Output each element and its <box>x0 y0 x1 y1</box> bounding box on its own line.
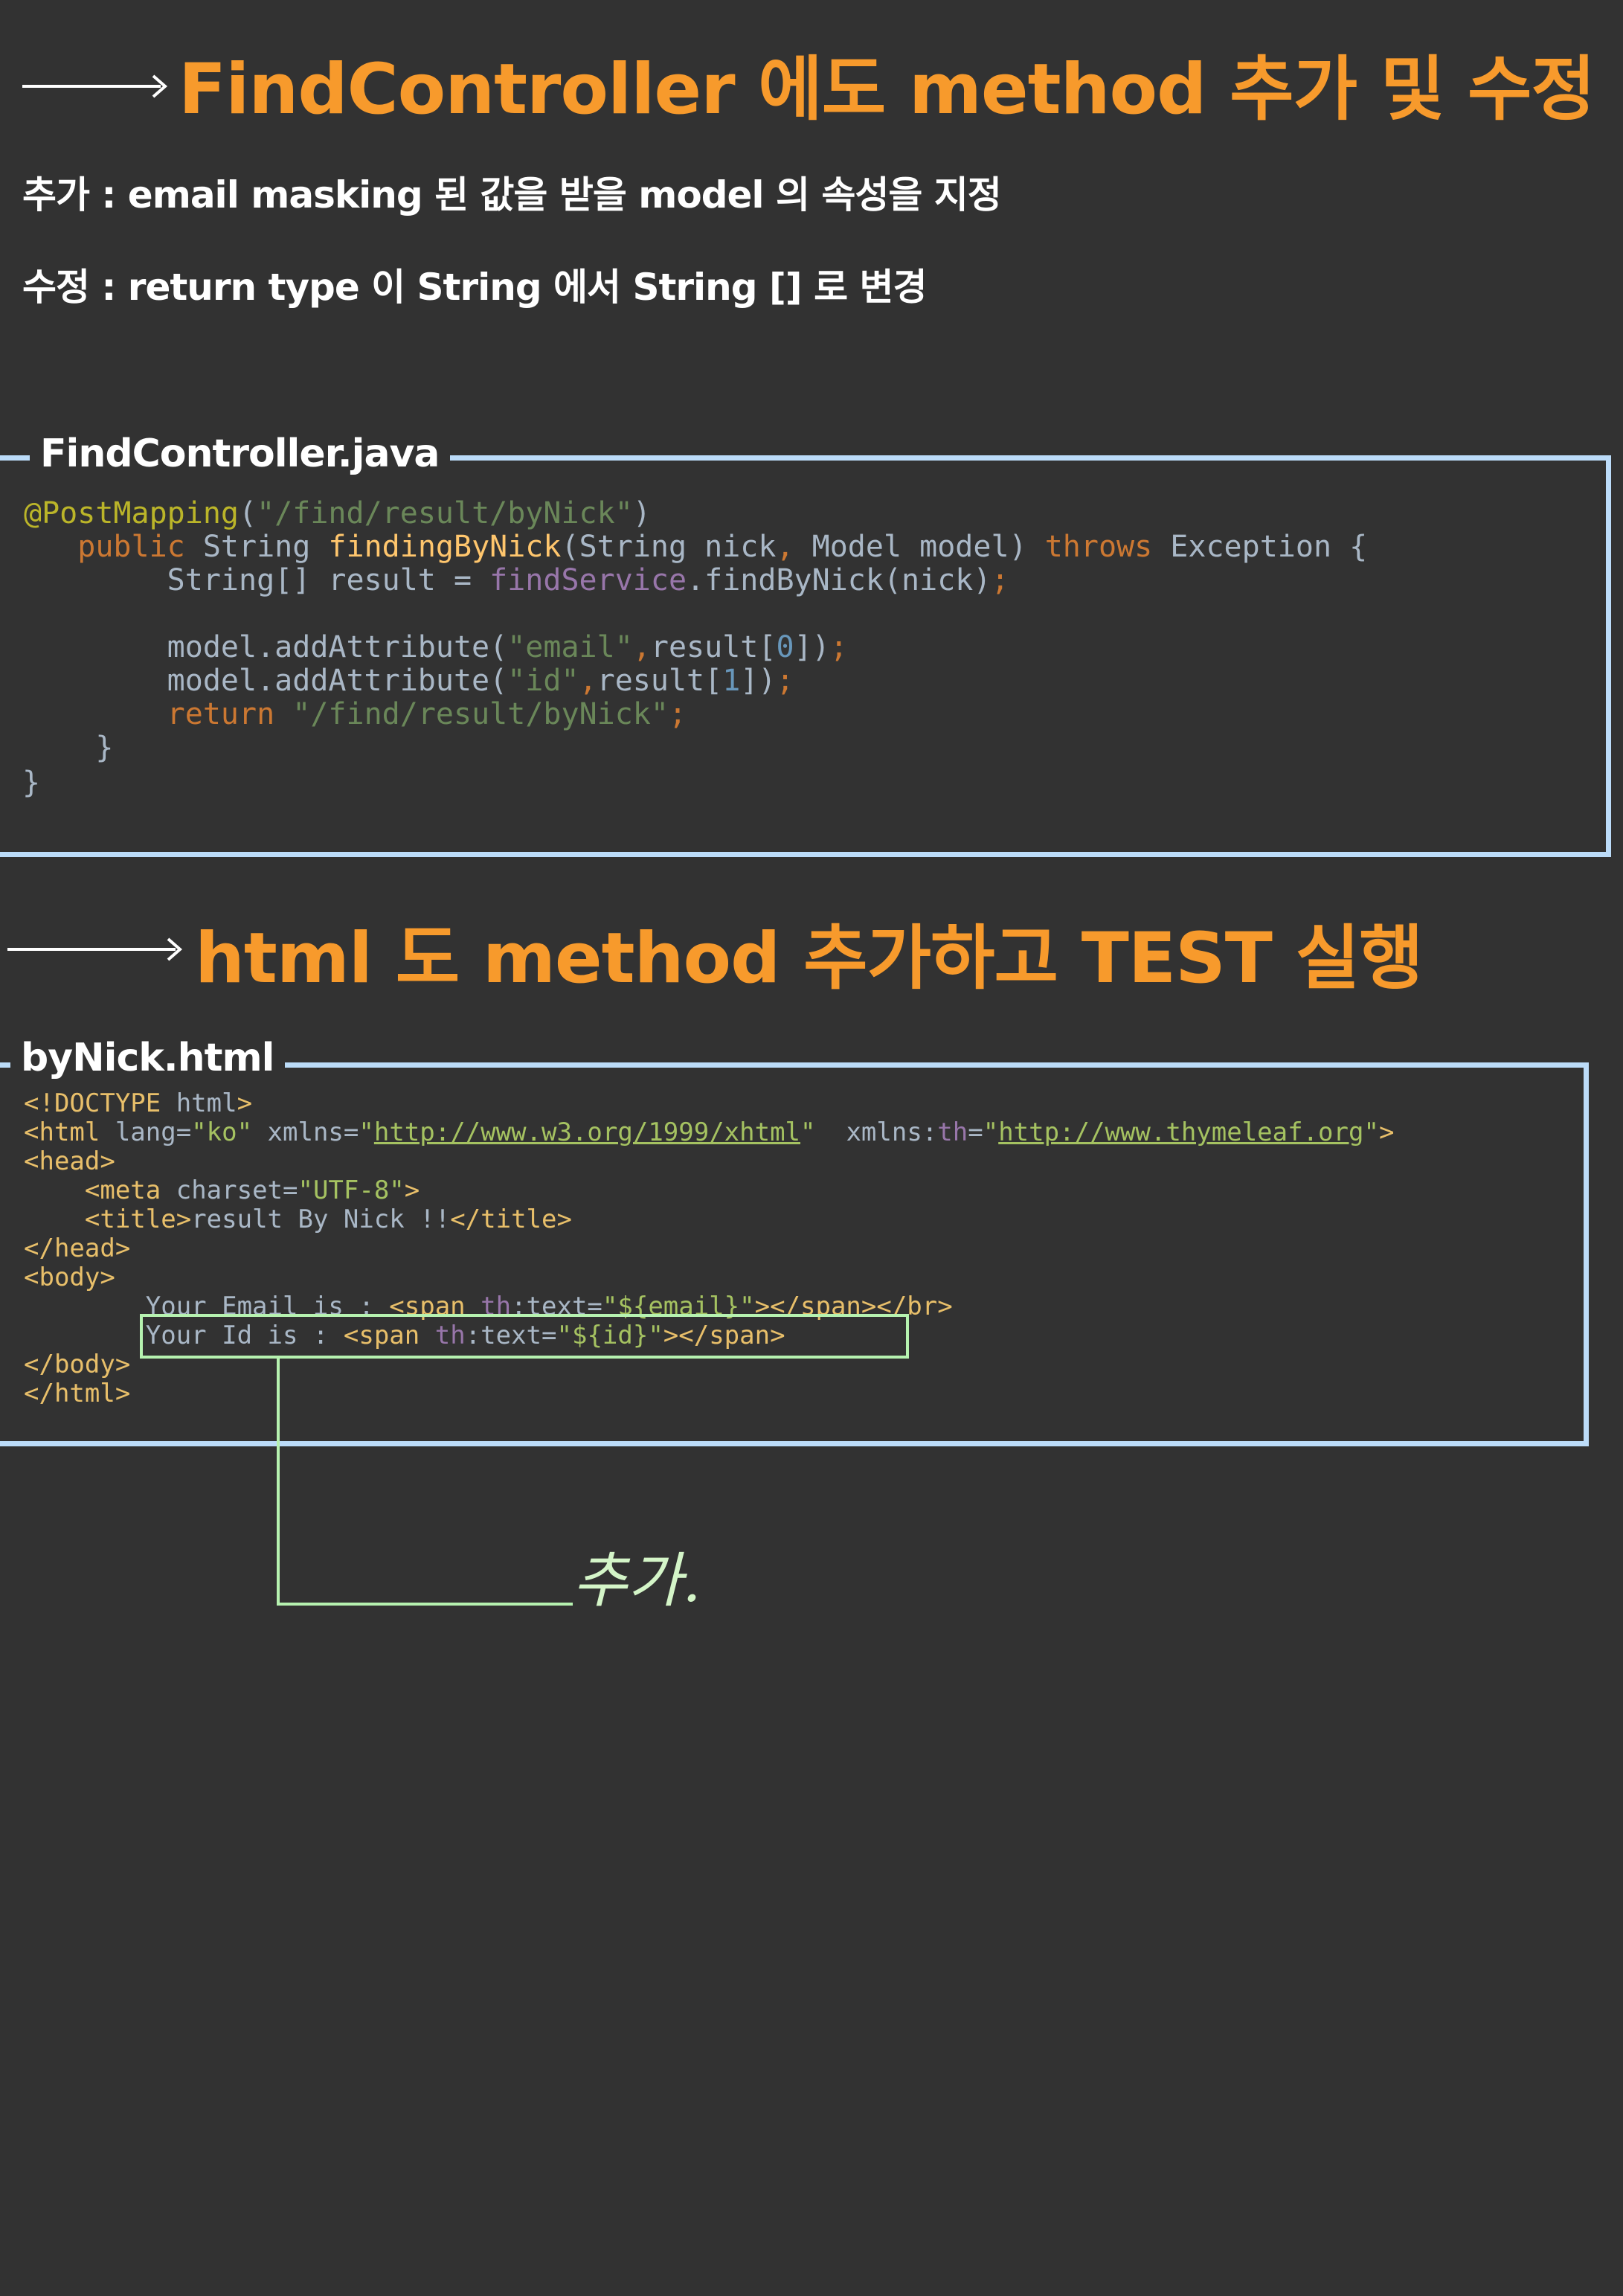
handwritten-note-added: 추가. <box>573 1546 701 1615</box>
code-block-java: @PostMapping("/find/result/byNick") publ… <box>24 497 1367 765</box>
connector-line <box>277 1359 573 1606</box>
note-modify: 수정 : return type 이 String 에서 String [] 로… <box>22 266 927 309</box>
code-line: <body> <box>24 1263 115 1292</box>
code-line: <head> <box>24 1147 115 1176</box>
code-line: String[] result = findService.findByNick… <box>24 563 1009 597</box>
code-line: @PostMapping("/find/result/byNick") <box>24 496 651 530</box>
note-add: 추가 : email masking 된 값을 받을 model 의 속성을 지… <box>22 173 1002 217</box>
code-line: return "/find/result/byNick"; <box>167 697 687 731</box>
xhtml-namespace-link[interactable]: http://www.w3.org/1999/xhtml <box>374 1117 800 1147</box>
code-line: } <box>24 731 114 765</box>
code-line: model.addAttribute("email",result[0]); <box>24 630 848 664</box>
code-line: <!DOCTYPE html> <box>24 1088 253 1118</box>
code-line: </html> <box>24 1379 131 1408</box>
file-label-html: byNick.html <box>10 1036 285 1080</box>
code-line: </head> <box>24 1234 131 1263</box>
highlight-box-added-line <box>140 1314 909 1359</box>
code-line: public String findingByNick(String nick,… <box>77 530 1368 564</box>
code-block-html: <!DOCTYPE html> <html lang="ko" xmlns="ht… <box>24 1089 1394 1408</box>
section-title-html: html 도 method 추가하고 TEST 실행 <box>195 918 1424 999</box>
code-line: <title>result By Nick !!</title> <box>84 1205 572 1234</box>
code-line: <html lang="ko" xmlns="http://www.w3.org… <box>24 1117 1395 1147</box>
arrow-right-icon <box>22 74 168 98</box>
code-line-closing-brace: } <box>22 766 41 800</box>
thymeleaf-namespace-link[interactable]: http://www.thymeleaf.org <box>998 1117 1363 1147</box>
code-line: <meta charset="UTF-8"> <box>84 1176 420 1205</box>
section-title-controller: FindController 에도 method 추가 및 수정 <box>179 49 1595 130</box>
file-label-java: FindController.java <box>30 432 450 476</box>
code-line: model.addAttribute("id",result[1]); <box>24 664 794 698</box>
arrow-right-icon <box>7 937 183 961</box>
